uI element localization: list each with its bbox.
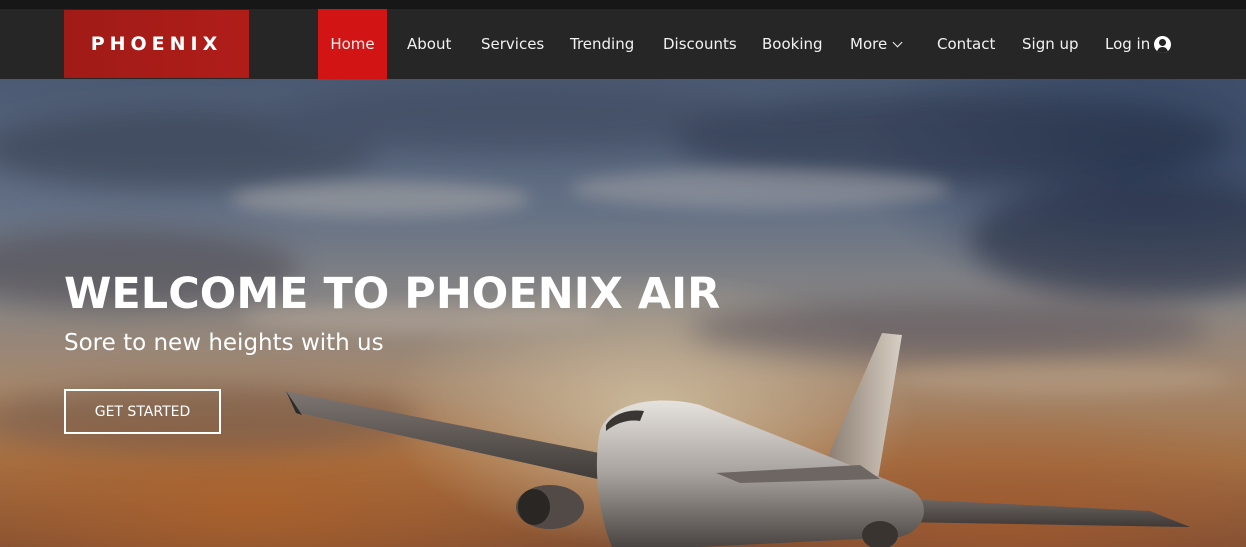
nav-booking[interactable]: Booking	[762, 9, 823, 79]
nav-signup-label: Sign up	[1022, 35, 1079, 53]
nav-discounts[interactable]: Discounts	[663, 9, 737, 79]
nav-services[interactable]: Services	[481, 9, 544, 79]
user-icon	[1154, 35, 1172, 53]
nav-trending[interactable]: Trending	[570, 9, 634, 79]
hero-title: WELCOME TO PHOENIX AIR	[64, 269, 721, 319]
top-strip	[0, 0, 1246, 9]
nav-about[interactable]: About	[407, 9, 451, 79]
nav-home-label: Home	[330, 35, 375, 53]
nav-booking-label: Booking	[762, 35, 823, 53]
nav-home[interactable]: Home	[318, 9, 387, 79]
nav-contact[interactable]: Contact	[937, 9, 995, 79]
chevron-down-icon	[892, 37, 903, 47]
nav-login[interactable]: Log in	[1105, 9, 1172, 79]
nav-trending-label: Trending	[570, 35, 635, 53]
hero-section: WELCOME TO PHOENIX AIR Sore to new heigh…	[0, 79, 1246, 547]
nav-signup[interactable]: Sign up	[1022, 9, 1079, 79]
nav-contact-label: Contact	[937, 35, 996, 53]
nav-about-label: About	[407, 35, 452, 53]
nav-more-dropdown[interactable]: More	[850, 9, 903, 79]
hero-subtitle: Sore to new heights with us	[64, 330, 384, 356]
nav-more-label: More	[850, 35, 888, 53]
nav-login-label: Log in	[1105, 35, 1151, 53]
brand-logo[interactable]: PHOENIX	[64, 10, 249, 78]
nav-discounts-label: Discounts	[663, 35, 737, 53]
nav-services-label: Services	[481, 35, 545, 53]
get-started-button[interactable]: GET STARTED	[64, 389, 221, 434]
